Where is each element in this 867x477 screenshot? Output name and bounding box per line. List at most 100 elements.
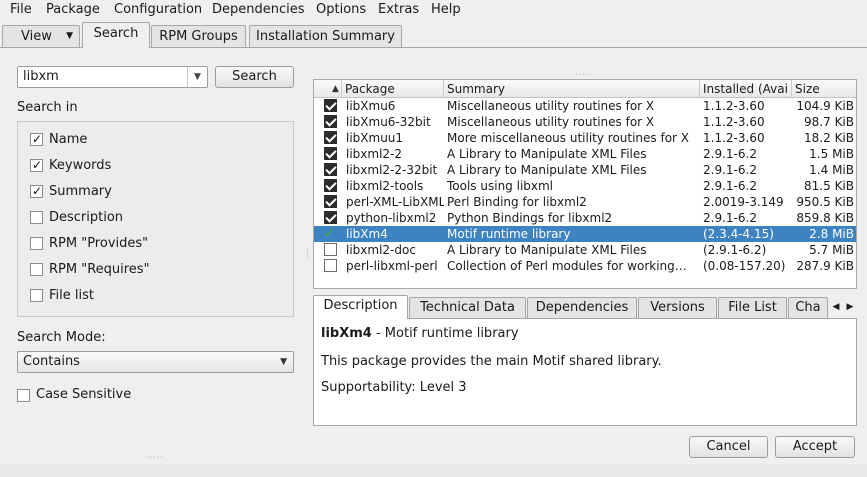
table-row[interactable]: python-libxml2 Python Bindings for libxml…	[314, 210, 856, 226]
column-size[interactable]: Size	[792, 80, 856, 98]
search-input[interactable]: libxm ▼	[17, 66, 208, 88]
cell-summary: Miscellaneous utility routines for X	[447, 99, 655, 113]
vertical-splitter-handle[interactable]: · · · ·	[306, 246, 312, 263]
case-sensitive-label[interactable]: Case Sensitive	[36, 387, 131, 402]
installed-checkbox[interactable]	[324, 195, 337, 208]
checkbox-box[interactable]: ✓	[30, 132, 43, 146]
details-description: This package provides the main Motif sha…	[321, 354, 662, 369]
table-row[interactable]: libxml2-tools Tools using libxml 2.9.1-6.2…	[314, 178, 856, 194]
column-package-label: Package	[345, 82, 395, 96]
cell-package: perl-XML-LibXML	[346, 195, 444, 209]
cell-installed: 2.9.1-6.2	[703, 211, 757, 225]
checkbox-box[interactable]	[30, 263, 43, 276]
chevron-right-icon[interactable]: ▶	[843, 297, 857, 318]
view-menu-button[interactable]: View ▼	[2, 25, 80, 48]
install-check-icon[interactable]: ✓	[323, 225, 336, 241]
search-mode-select[interactable]: Contains ▼	[17, 351, 294, 373]
installed-checkbox[interactable]	[324, 147, 337, 160]
cell-summary: A Library to Manipulate XML Files	[447, 147, 647, 161]
accept-button[interactable]: Accept	[775, 436, 855, 458]
case-sensitive-checkbox[interactable]	[17, 389, 30, 402]
table-row[interactable]: libxml2-2-32bit A Library to Manipulate X…	[314, 162, 856, 178]
checkbox-label: Name	[49, 132, 88, 147]
tab-versions[interactable]: Versions	[638, 297, 717, 319]
table-row[interactable]: libXmuu1 More miscellaneous utility routi…	[314, 130, 856, 146]
tab-search-label: Search	[93, 26, 139, 41]
details-heading: libXm4 - Motif runtime library	[321, 326, 519, 341]
tab-changelog[interactable]: Cha	[788, 297, 828, 319]
chevron-down-icon[interactable]: ▼	[187, 67, 207, 87]
check-icon: ✓	[32, 184, 43, 198]
checkbox-label: Keywords	[49, 158, 112, 173]
tab-rpm-groups[interactable]: RPM Groups	[151, 25, 246, 48]
menu-help[interactable]: Help	[431, 1, 461, 19]
search-button[interactable]: Search	[215, 66, 294, 88]
menu-dependencies[interactable]: Dependencies	[212, 1, 305, 19]
cell-size: 18.2 KiB	[804, 131, 854, 145]
table-row[interactable]: ✓ libXm4 Motif runtime library (2.3.4-4.15)…	[314, 225, 856, 242]
table-row[interactable]: libxml2-2 A Library to Manipulate XML Fil…	[314, 146, 856, 162]
column-installed[interactable]: Installed (Avai	[700, 80, 792, 98]
details-summary: - Motif runtime library	[371, 326, 519, 341]
column-summary[interactable]: Summary	[444, 80, 700, 98]
menu-configuration[interactable]: Configuration	[114, 1, 202, 19]
tab-installation-summary[interactable]: Installation Summary	[249, 25, 402, 48]
table-row[interactable]: perl-XML-LibXML Perl Binding for libxml2 2…	[314, 194, 856, 210]
available-checkbox[interactable]	[324, 259, 337, 272]
installed-checkbox[interactable]	[324, 99, 337, 112]
cell-summary: A Library to Manipulate XML Files	[447, 163, 647, 177]
menu-extras[interactable]: Extras	[378, 1, 419, 19]
search-query-text: libxm	[23, 69, 59, 84]
cell-summary: A Library to Manipulate XML Files	[447, 243, 647, 257]
menu-bar: File Package Configuration Dependencies …	[0, 0, 867, 20]
chevron-left-icon[interactable]: ◀	[829, 297, 843, 318]
menu-package[interactable]: Package	[46, 1, 100, 19]
cancel-button[interactable]: Cancel	[689, 436, 768, 458]
installed-checkbox[interactable]	[324, 131, 337, 144]
status-strip	[0, 464, 867, 477]
installed-checkbox[interactable]	[324, 163, 337, 176]
column-package[interactable]: Package	[342, 80, 444, 98]
checkbox-box[interactable]	[30, 289, 43, 302]
top-tab-bar: View ▼ Search RPM Groups Installation Su…	[0, 22, 867, 48]
available-checkbox[interactable]	[324, 243, 337, 256]
splitter-handle-top[interactable]: ·····	[575, 70, 593, 79]
splitter-handle[interactable]: ·····	[146, 453, 164, 462]
installed-checkbox[interactable]	[324, 115, 337, 128]
column-installed-label: Installed (Avai	[703, 82, 788, 96]
tab-file-list[interactable]: File List	[718, 297, 787, 319]
cell-package: libXm4	[346, 227, 388, 241]
package-table[interactable]: ▲ Package Summary Installed (Avai Size l…	[313, 79, 857, 289]
table-header: ▲ Package Summary Installed (Avai Size	[314, 80, 856, 98]
column-status[interactable]: ▲	[314, 80, 342, 98]
tab-technical-data[interactable]: Technical Data	[409, 297, 526, 319]
cell-summary: Python Bindings for libxml2	[447, 211, 613, 225]
checkbox-box[interactable]: ✓	[30, 184, 43, 198]
installed-checkbox[interactable]	[324, 211, 337, 224]
table-row[interactable]: libXmu6-32bit Miscellaneous utility routi…	[314, 114, 856, 130]
cell-installed: 2.0019-3.149	[703, 195, 784, 209]
installed-checkbox[interactable]	[324, 179, 337, 192]
checkbox-box[interactable]: ✓	[30, 158, 43, 172]
table-row[interactable]: perl-libxml-perl Collection of Perl modul…	[314, 258, 856, 274]
tab-search[interactable]: Search	[82, 22, 150, 48]
checkbox-box[interactable]	[30, 211, 43, 224]
menu-options[interactable]: Options	[316, 1, 366, 19]
cell-size: 1.5 MiB	[809, 147, 854, 161]
tab-versions-label: Versions	[650, 300, 705, 315]
tab-file-list-label: File List	[728, 300, 777, 315]
menu-file[interactable]: File	[10, 1, 32, 19]
cell-size: 98.7 KiB	[804, 115, 854, 129]
accept-button-label: Accept	[792, 439, 838, 454]
cell-size: 81.5 KiB	[804, 179, 854, 193]
checkbox-label: Summary	[49, 184, 112, 199]
cell-size: 2.8 MiB	[809, 227, 854, 241]
cell-installed: (2.9.1-6.2)	[703, 243, 767, 257]
cell-summary: Tools using libxml	[447, 179, 554, 193]
checkbox-box[interactable]	[30, 237, 43, 250]
table-row[interactable]: libXmu6 Miscellaneous utility routines fo…	[314, 98, 856, 114]
checkbox-label: File list	[49, 288, 94, 303]
tab-description[interactable]: Description	[313, 295, 408, 319]
table-row[interactable]: libxml2-doc A Library to Manipulate XML F…	[314, 242, 856, 258]
tab-dependencies[interactable]: Dependencies	[527, 297, 637, 319]
